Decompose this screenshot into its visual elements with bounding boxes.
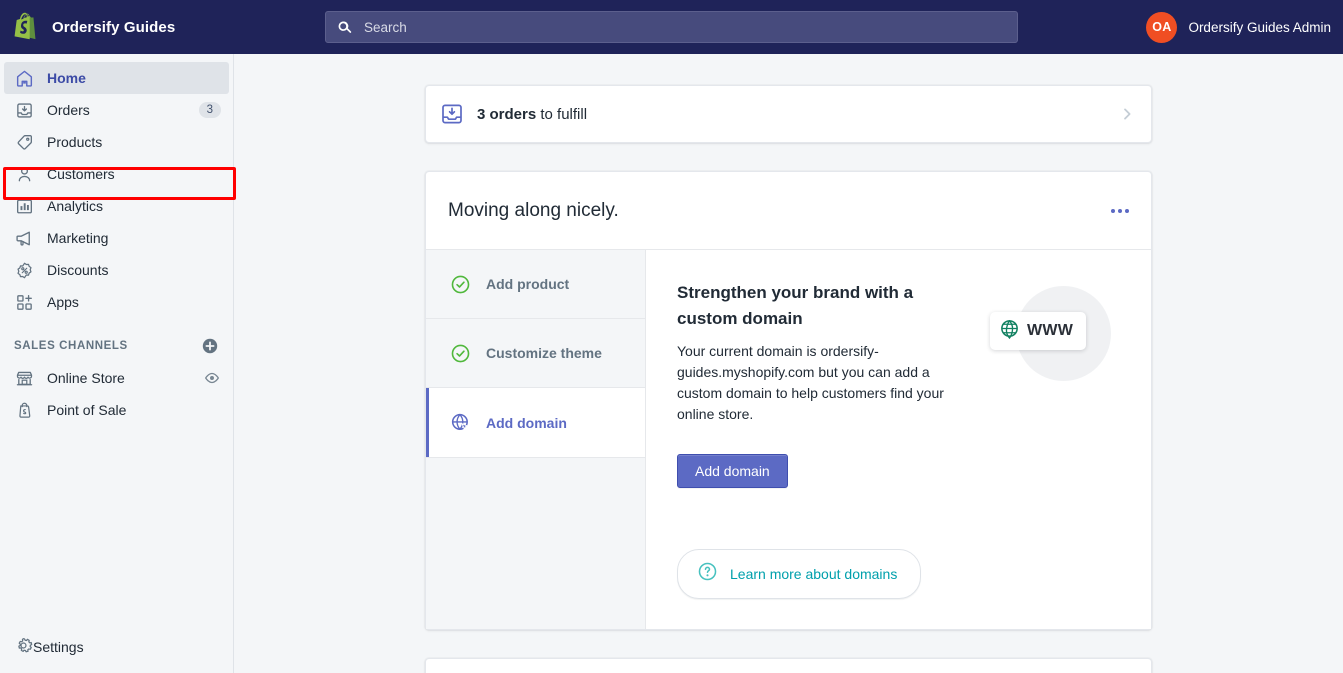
sidebar-item-marketing[interactable]: Marketing	[4, 222, 229, 254]
check-circle-icon	[450, 343, 471, 364]
sales-channels-header: SALES CHANNELS	[4, 330, 229, 362]
sidebar-item-label: Marketing	[47, 230, 109, 246]
main-content: 3 orders to fulfill Moving along nicely.	[234, 54, 1343, 673]
illustration-www-text: WWW	[1027, 322, 1074, 339]
illustration-card: WWW	[990, 312, 1086, 350]
task-label: Add domain	[486, 414, 567, 431]
user-name: Ordersify Guides Admin	[1188, 19, 1331, 35]
sidebar-item-label: Home	[47, 70, 86, 86]
sidebar-item-label: Discounts	[47, 262, 109, 278]
task-label: Add product	[486, 276, 570, 292]
sidebar-item-label: Analytics	[47, 198, 104, 214]
check-circle-icon	[450, 274, 471, 295]
detail-heading: Strengthen your brand with a custom doma…	[677, 283, 914, 328]
discounts-percent-icon	[14, 260, 34, 280]
add-domain-button[interactable]: Add domain	[677, 454, 788, 488]
orders-badge: 3	[198, 102, 221, 118]
sidebar-item-label: Orders	[47, 102, 90, 118]
sidebar-item-settings[interactable]: Settings	[4, 631, 230, 663]
shopify-bag-icon	[12, 12, 40, 42]
sidebar-item-discounts[interactable]: Discounts	[4, 254, 229, 286]
brand-area[interactable]: Ordersify Guides	[0, 0, 234, 54]
sidebar-nav: Home Orders 3 Products Customers Analyti…	[0, 54, 233, 426]
user-menu[interactable]: OA Ordersify Guides Admin	[1146, 0, 1331, 54]
sidebar-item-analytics[interactable]: Analytics	[4, 190, 229, 222]
learn-more-about-domains-button[interactable]: Learn more about domains	[677, 549, 922, 599]
detail-inner: Strengthen your brand with a custom doma…	[677, 280, 1125, 488]
detail-body: Your current domain is ordersify-guides.…	[677, 343, 944, 422]
analytics-bars-icon	[14, 196, 34, 216]
top-bar: Ordersify Guides Search OA Ordersify Gui…	[0, 0, 1343, 54]
setup-task-list: Add product Customize theme Add domain	[426, 250, 646, 629]
task-add-domain[interactable]: Add domain	[426, 388, 645, 457]
globe-cursor-icon	[450, 412, 471, 433]
setup-card-header: Moving along nicely.	[426, 172, 1151, 250]
search-input[interactable]: Search	[325, 11, 1018, 43]
task-label: Customize theme	[486, 345, 602, 361]
question-circle-icon	[697, 561, 718, 587]
sidebar-item-point-of-sale[interactable]: Point of Sale	[4, 394, 229, 426]
settings-label: Settings	[33, 639, 84, 655]
gear-icon	[14, 636, 33, 658]
learn-more-row: Learn more about domains	[677, 549, 1125, 599]
setup-card-title: Moving along nicely.	[448, 199, 619, 221]
sidebar-item-home[interactable]: Home	[4, 62, 229, 94]
shopify-admin-page: Ordersify Guides Search OA Ordersify Gui…	[0, 0, 1343, 673]
sidebar-item-products[interactable]: Products	[4, 126, 229, 158]
chevron-right-icon[interactable]	[1119, 106, 1135, 122]
detail-text-block: Strengthen your brand with a custom doma…	[677, 280, 967, 488]
apps-grid-icon	[14, 292, 34, 312]
sidebar-item-label: Products	[47, 134, 103, 150]
sales-channels-title: SALES CHANNELS	[14, 340, 128, 352]
sidebar-item-label: Online Store	[47, 370, 125, 386]
orders-fulfill-text: 3 orders to fulfill	[477, 106, 1119, 123]
sidebar-item-label: Customers	[47, 166, 115, 182]
search-area: Search	[325, 11, 1018, 43]
brand-name: Ordersify Guides	[52, 18, 176, 36]
task-list-filler	[426, 457, 645, 629]
sidebar-item-label: Point of Sale	[47, 402, 127, 418]
orders-to-fulfill-card[interactable]: 3 orders to fulfill	[425, 85, 1152, 143]
search-icon	[336, 19, 353, 36]
verify-email-card: Keep your account secure by verifying yo…	[425, 658, 1152, 673]
sidebar-item-label: Apps	[47, 294, 79, 310]
orders-count: 3 orders	[477, 105, 537, 123]
task-customize-theme[interactable]: Customize theme	[426, 319, 645, 388]
search-placeholder: Search	[364, 19, 407, 35]
content-column: 3 orders to fulfill Moving along nicely.	[425, 54, 1152, 673]
more-options-icon[interactable]	[1103, 196, 1137, 226]
setup-detail-panel: Strengthen your brand with a custom doma…	[646, 250, 1151, 629]
marketing-megaphone-icon	[14, 228, 34, 248]
sidebar-item-apps[interactable]: Apps	[4, 286, 229, 318]
customers-icon	[14, 164, 34, 184]
domain-illustration: WWW	[967, 280, 1125, 400]
home-icon	[14, 68, 34, 88]
orders-rest: to fulfill	[536, 105, 588, 123]
setup-card-body: Add product Customize theme Add domain S…	[426, 250, 1151, 629]
setup-guide-card: Moving along nicely. Add product Customi…	[425, 171, 1152, 630]
sidebar: Home Orders 3 Products Customers Analyti…	[0, 54, 236, 673]
orders-fulfill-icon	[440, 102, 464, 126]
globe-icon	[999, 318, 1020, 344]
learn-more-label: Learn more about domains	[730, 566, 898, 582]
plus-circle-icon[interactable]	[201, 337, 219, 355]
sidebar-item-orders[interactable]: Orders 3	[4, 94, 229, 126]
point-of-sale-icon	[14, 400, 34, 420]
avatar: OA	[1146, 11, 1178, 43]
eye-icon[interactable]	[203, 369, 221, 387]
products-tag-icon	[14, 132, 34, 152]
sidebar-item-customers[interactable]: Customers	[4, 158, 229, 190]
task-add-product[interactable]: Add product	[426, 250, 645, 319]
orders-icon	[14, 100, 34, 120]
online-store-icon	[14, 368, 34, 388]
sidebar-item-online-store[interactable]: Online Store	[4, 362, 229, 394]
